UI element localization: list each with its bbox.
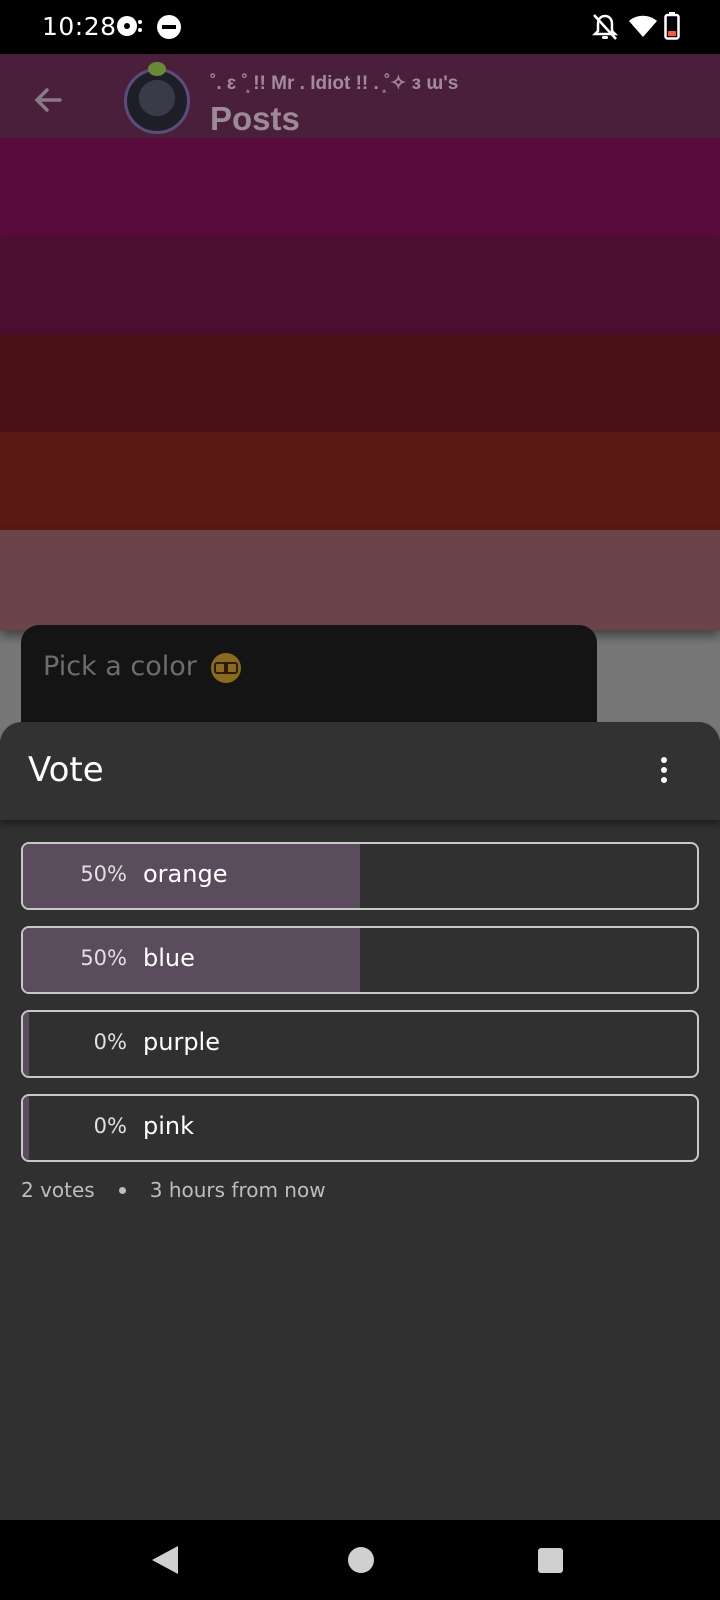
poll-option-percent: 0% — [93, 1114, 127, 1138]
sheet-title: Vote — [28, 750, 104, 790]
poll-options: 50% orange 50% blue 0% purple 0% pink — [21, 842, 699, 1178]
poll-end-time: 3 hours from now — [149, 1178, 326, 1202]
separator-dot — [118, 1186, 126, 1194]
avatar[interactable] — [124, 68, 190, 134]
color-stripe — [0, 236, 720, 336]
poll-option-fill — [23, 1012, 29, 1076]
vote-bottom-sheet: Vote 50% orange 50% blue 0% purple 0% pi… — [0, 722, 720, 1520]
poll-option-percent: 50% — [80, 862, 127, 886]
poll-option-percent: 50% — [80, 946, 127, 970]
color-stripe — [0, 530, 720, 630]
vote-count: 2 votes — [21, 1178, 95, 1202]
poll-option-percent: 0% — [93, 1030, 127, 1054]
navigation-bar — [0, 1520, 720, 1600]
poll-option-label: orange — [143, 860, 228, 888]
poll-option-pink[interactable]: 0% pink — [21, 1094, 699, 1162]
color-stripe — [0, 334, 720, 434]
battery-icon — [664, 12, 680, 40]
nerd-face-emoji-icon — [211, 652, 242, 683]
nav-back-icon[interactable] — [152, 1546, 178, 1574]
poll-option-blue[interactable]: 50% blue — [21, 926, 699, 994]
color-stripe — [0, 432, 720, 532]
poll-option-fill — [23, 1096, 29, 1160]
poll-meta: 2 votes 3 hours from now — [21, 1178, 326, 1202]
post-title: Pick a color — [43, 651, 242, 683]
post-title-text: Pick a color — [43, 651, 197, 682]
notifications-off-icon — [592, 14, 618, 40]
poll-option-label: pink — [143, 1112, 195, 1140]
status-time: 10:28 — [42, 12, 117, 41]
poll-option-orange[interactable]: 50% orange — [21, 842, 699, 910]
avatar-badge — [148, 62, 166, 76]
blog-owner-name: ˚. ɛ ˚͙ !! Mr . Idiot !! . ͙˚✧ ɜ ɯ's — [210, 73, 459, 94]
nav-home-icon[interactable] — [348, 1547, 374, 1573]
wifi-icon — [629, 15, 657, 37]
sheet-header: Vote — [0, 722, 720, 820]
media-icon — [117, 16, 142, 36]
do-not-disturb-icon — [157, 15, 181, 39]
poll-option-purple[interactable]: 0% purple — [21, 1010, 699, 1078]
poll-option-label: purple — [143, 1028, 220, 1056]
app-bar: ˚. ɛ ˚͙ !! Mr . Idiot !! . ͙˚✧ ɜ ɯ's Pos… — [0, 54, 720, 138]
nav-recents-icon[interactable] — [538, 1548, 563, 1573]
page-title: Posts — [210, 100, 300, 137]
back-arrow-icon[interactable] — [30, 82, 66, 118]
color-stripe — [0, 138, 720, 238]
more-options-icon[interactable] — [648, 750, 680, 790]
poll-option-label: blue — [143, 944, 195, 972]
status-bar: 10:28 — [0, 0, 720, 54]
